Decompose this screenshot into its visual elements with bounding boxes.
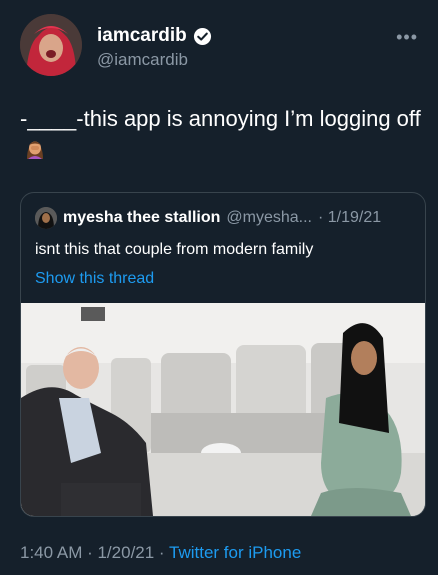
quoted-handle[interactable]: @myesha... xyxy=(226,209,312,227)
woman-facepalming-emoji xyxy=(27,141,43,159)
quoted-avatar xyxy=(35,207,57,229)
quoted-display-name[interactable]: myesha thee stallion xyxy=(63,209,220,227)
quoted-photo[interactable] xyxy=(21,303,425,516)
author-display-name[interactable]: iamcardib xyxy=(97,25,187,47)
more-options-icon[interactable]: ••• xyxy=(396,27,418,48)
tweet-timestamp[interactable]: 1:40 AM · 1/20/21 · xyxy=(20,543,169,562)
tweet-body: -____-this app is annoying I’m logging o… xyxy=(20,106,421,131)
quoted-avatar-image xyxy=(35,207,57,229)
tweet-metadata: 1:40 AM · 1/20/21 · Twitter for iPhone xyxy=(20,543,301,563)
author-handle[interactable]: @iamcardib xyxy=(97,50,188,70)
author-name-row: iamcardib xyxy=(97,25,212,47)
author-avatar-image xyxy=(20,14,82,76)
tweet-text: -____-this app is annoying I’m logging o… xyxy=(20,104,430,164)
show-thread-link[interactable]: Show this thread xyxy=(35,270,154,288)
verified-badge-icon xyxy=(193,27,211,45)
author-avatar[interactable] xyxy=(20,14,82,76)
quoted-text: isnt this that couple from modern family xyxy=(35,241,314,258)
quoted-tweet[interactable]: myesha thee stallion @myesha... · 1/19/2… xyxy=(20,192,426,517)
source-app-link[interactable]: Twitter for iPhone xyxy=(169,543,301,562)
quoted-header: myesha thee stallion @myesha... · 1/19/2… xyxy=(35,207,381,229)
quoted-date: · 1/19/21 xyxy=(318,209,382,226)
